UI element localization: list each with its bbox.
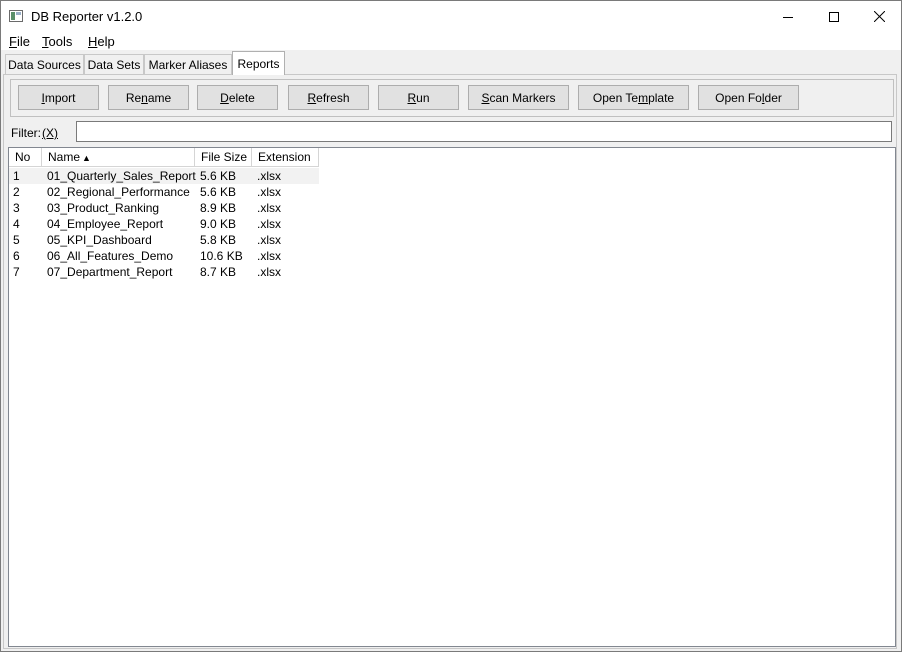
list-header: No Name ▲ File Size Extension — [9, 148, 895, 167]
table-row[interactable]: 7 07_Department_Report 8.7 KB .xlsx — [9, 264, 319, 280]
open-template-button[interactable]: Open Te m plate — [578, 85, 689, 110]
table-row[interactable]: 3 03_Product_Ranking 8.9 KB .xlsx — [9, 200, 319, 216]
delete-button[interactable]: Delete — [197, 85, 278, 110]
cell-size: 8.9 KB — [200, 201, 237, 215]
app-window: DB Reporter v1.2.0 File Tools Help Data … — [0, 0, 902, 652]
menu-help[interactable]: Help — [88, 34, 115, 49]
sort-ascending-icon: ▲ — [82, 153, 91, 163]
tab-data-sets[interactable]: Data Sets — [84, 54, 144, 74]
open-folder-button[interactable]: Open Fo l der — [698, 85, 799, 110]
window-title: DB Reporter v1.2.0 — [31, 9, 143, 24]
rename-button[interactable]: Re n ame — [108, 85, 189, 110]
tab-reports[interactable]: Reports — [232, 51, 285, 75]
column-header-no[interactable]: No — [9, 148, 42, 167]
minimize-button[interactable] — [765, 1, 811, 32]
cell-name: 07_Department_Report — [47, 265, 173, 279]
tab-strip: Data Sources Data Sets Marker Aliases Re… — [1, 50, 901, 75]
menu-file[interactable]: File — [9, 34, 30, 49]
tab-marker-aliases[interactable]: Marker Aliases — [144, 54, 232, 74]
cell-extension: .xlsx — [257, 217, 281, 231]
toolbar: Import Re n ame Delete Refresh Run Scan Ma… — [10, 79, 894, 117]
reports-panel: Import Re n ame Delete Refresh Run Scan Ma… — [3, 74, 897, 649]
filter-label: Filter: — [11, 126, 41, 140]
cell-no: 6 — [13, 249, 20, 263]
cell-extension: .xlsx — [257, 265, 281, 279]
refresh-button[interactable]: Refresh — [288, 85, 369, 110]
reports-list[interactable]: No Name ▲ File Size Extension 1 01_Quarte… — [8, 147, 896, 647]
cell-size: 9.0 KB — [200, 217, 237, 231]
title-bar[interactable]: DB Reporter v1.2.0 — [1, 1, 901, 32]
cell-extension: .xlsx — [257, 233, 281, 247]
cell-extension: .xlsx — [257, 169, 281, 183]
close-icon — [873, 11, 885, 22]
tab-data-sources[interactable]: Data Sources — [5, 54, 84, 74]
table-row[interactable]: 4 04_Employee_Report 9.0 KB .xlsx — [9, 216, 319, 232]
menu-bar: File Tools Help — [1, 32, 901, 50]
table-row[interactable]: 6 06_All_Features_Demo 10.6 KB .xlsx — [9, 248, 319, 264]
close-button[interactable] — [856, 1, 901, 32]
cell-size: 10.6 KB — [200, 249, 243, 263]
column-header-file-size[interactable]: File Size — [195, 148, 252, 167]
cell-name: 04_Employee_Report — [47, 217, 164, 231]
cell-no: 5 — [13, 233, 20, 247]
table-row[interactable]: 5 05_KPI_Dashboard 5.8 KB .xlsx — [9, 232, 319, 248]
scan-markers-button[interactable]: Scan Markers — [468, 85, 569, 110]
table-row[interactable]: 2 02_Regional_Performance 5.6 KB .xlsx — [9, 184, 319, 200]
cell-extension: .xlsx — [257, 185, 281, 199]
run-button[interactable]: Run — [378, 85, 459, 110]
cell-no: 3 — [13, 201, 20, 215]
filter-clear-link[interactable]: (X) — [42, 126, 58, 140]
cell-size: 5.6 KB — [200, 185, 237, 199]
app-icon — [9, 10, 23, 22]
cell-no: 4 — [13, 217, 20, 231]
cell-size: 8.7 KB — [200, 265, 237, 279]
table-row[interactable]: 1 01_Quarterly_Sales_Report 5.6 KB .xlsx — [9, 168, 319, 184]
cell-no: 2 — [13, 185, 20, 199]
cell-name: 05_KPI_Dashboard — [47, 233, 152, 247]
cell-size: 5.6 KB — [200, 169, 237, 183]
cell-name: 01_Quarterly_Sales_Report — [47, 169, 196, 183]
cell-extension: .xlsx — [257, 201, 281, 215]
cell-name: 02_Regional_Performance — [47, 185, 190, 199]
column-header-extension[interactable]: Extension — [252, 148, 319, 167]
cell-no: 7 — [13, 265, 20, 279]
cell-name: 03_Product_Ranking — [47, 201, 160, 215]
cell-name: 06_All_Features_Demo — [47, 249, 174, 263]
cell-size: 5.8 KB — [200, 233, 237, 247]
filter-input[interactable] — [76, 121, 892, 142]
column-header-name[interactable]: Name ▲ — [42, 148, 195, 167]
maximize-icon — [829, 11, 839, 22]
menu-tools[interactable]: Tools — [42, 34, 72, 49]
cell-extension: .xlsx — [257, 249, 281, 263]
cell-no: 1 — [13, 169, 20, 183]
minimize-icon — [783, 16, 793, 18]
maximize-button[interactable] — [811, 1, 857, 32]
import-button[interactable]: Import — [18, 85, 99, 110]
